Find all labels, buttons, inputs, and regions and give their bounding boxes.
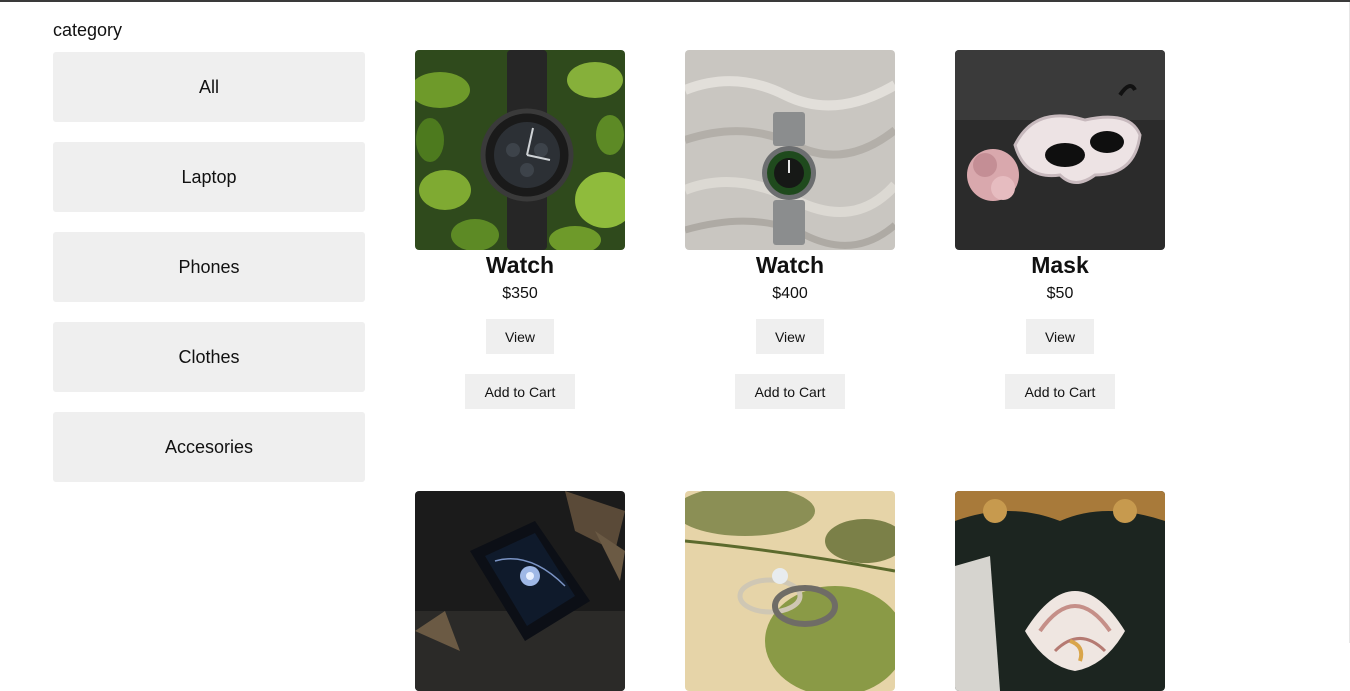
category-clothes-button[interactable]: Clothes — [53, 322, 365, 392]
product-name: Watch — [755, 252, 825, 278]
product-card: Watch $400 View Add to Cart — [685, 50, 895, 409]
add-to-cart-button[interactable]: Add to Cart — [1004, 374, 1116, 409]
category-phones-button[interactable]: Phones — [53, 232, 365, 302]
category-all-button[interactable]: All — [53, 52, 365, 122]
product-image-jewelry-box[interactable] — [415, 491, 625, 691]
add-to-cart-button[interactable]: Add to Cart — [734, 374, 846, 409]
product-price: $400 — [772, 285, 808, 302]
add-to-cart-button[interactable]: Add to Cart — [464, 374, 576, 409]
category-sidebar: category All Laptop Phones Clothes Acces… — [53, 19, 365, 502]
product-card: Mask $50 View Add to Cart — [955, 50, 1165, 409]
category-accesories-button[interactable]: Accesories — [53, 412, 365, 482]
product-price: $50 — [1046, 285, 1074, 302]
product-image-seashell[interactable] — [955, 491, 1165, 691]
view-button[interactable]: View — [1025, 319, 1095, 354]
product-name: Mask — [1031, 252, 1089, 278]
product-card — [415, 491, 625, 691]
product-name: Watch — [485, 252, 555, 278]
product-card — [955, 491, 1165, 691]
product-price: $350 — [502, 285, 538, 302]
product-image-mask[interactable] — [955, 50, 1165, 250]
view-button[interactable]: View — [485, 319, 555, 354]
product-image-watch-leaves[interactable] — [415, 50, 625, 250]
view-button[interactable]: View — [755, 319, 825, 354]
product-card — [685, 491, 895, 691]
category-heading: category — [53, 20, 123, 40]
product-image-watch-fabric[interactable] — [685, 50, 895, 250]
product-card: Watch $350 View Add to Cart — [415, 50, 625, 409]
top-border — [0, 0, 1350, 2]
product-image-rings[interactable] — [685, 491, 895, 691]
category-laptop-button[interactable]: Laptop — [53, 142, 365, 212]
